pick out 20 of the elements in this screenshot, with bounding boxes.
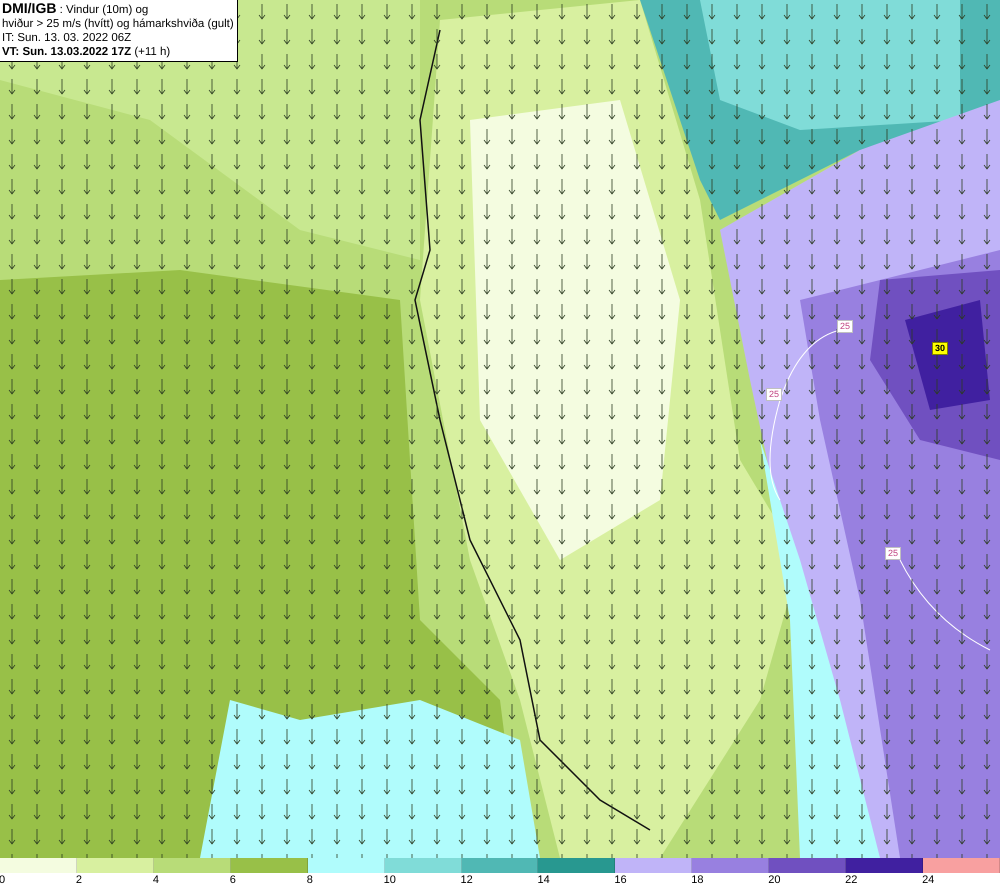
legend-label: 10 — [384, 873, 396, 887]
legend-label: 22 — [845, 873, 858, 887]
legend-label: 14 — [537, 873, 550, 887]
info-line: VT: Sun. 13.03.2022 17Z (+11 h) — [2, 45, 172, 59]
info-line: DMI/IGB : Vindur (10m) og — [2, 1, 150, 17]
info-line: hviður > 25 m/s (hvítt) og hámarkshviða (gult) — [2, 17, 234, 31]
contour-label: 25 — [837, 320, 854, 333]
legend-label: 6 — [230, 873, 236, 887]
info-line: IT: Sun. 13. 03. 2022 06Z — [2, 31, 132, 45]
contour-label: 25 — [885, 547, 902, 560]
contour-label: 25 — [766, 388, 782, 401]
legend-label: 4 — [152, 873, 159, 887]
legend-label: 12 — [460, 873, 473, 887]
legend-label: 24 — [922, 873, 934, 887]
legend-label: 20 — [768, 873, 780, 887]
contour-label: 30 — [932, 342, 948, 355]
legend-label: 16 — [614, 873, 627, 887]
legend-label: 8 — [306, 873, 313, 887]
legend-label: 2 — [76, 873, 82, 887]
legend-label: 18 — [691, 873, 704, 887]
